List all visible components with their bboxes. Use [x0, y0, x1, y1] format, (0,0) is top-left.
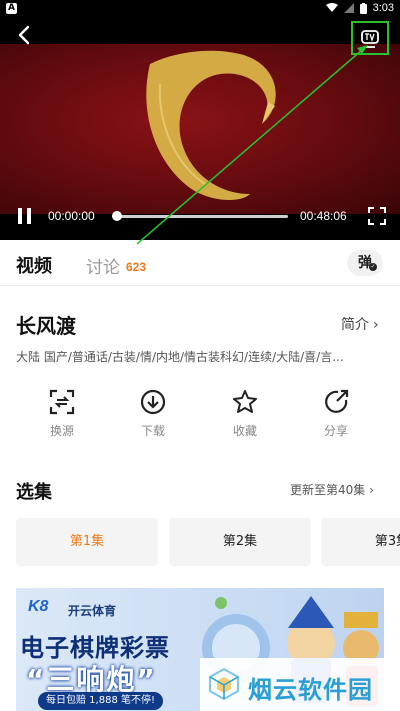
progress-knob[interactable]: [112, 211, 122, 221]
danmu-toggle-button[interactable]: 弹 ✓: [347, 250, 383, 276]
wifi-icon: [325, 3, 338, 12]
favorite-label: 收藏: [232, 424, 257, 438]
show-tags: 大陆 国产/普通话/古装/情/内地/情古装科幻/连续/大陆/喜/言...: [16, 350, 344, 364]
episodes-heading: 选集: [16, 482, 52, 503]
status-bar: A 3:03: [0, 0, 400, 18]
show-title: 长风渡: [16, 314, 76, 338]
watermark-text: 烟云软件园: [248, 676, 373, 704]
signal-icon: [343, 3, 354, 13]
back-icon[interactable]: [14, 24, 36, 46]
switch-source-icon: [49, 389, 75, 415]
status-time: 3:03: [372, 2, 394, 14]
favorite-button[interactable]: 收藏: [215, 388, 275, 439]
episodes-update-label: 更新至第40集: [290, 483, 366, 497]
episode-list: 第1集 第2集 第3集: [16, 518, 400, 566]
battery-icon: [359, 2, 367, 14]
switch-source-label: 换源: [49, 424, 74, 438]
fullscreen-icon[interactable]: [368, 207, 386, 225]
episode-item-1[interactable]: 第1集: [16, 518, 158, 566]
content-tabs: 视频 讨论 623 弹 ✓: [0, 240, 400, 286]
episodes-update-link[interactable]: 更新至第40集 ›: [290, 481, 374, 498]
tab-video[interactable]: 视频: [16, 252, 52, 278]
video-logo-swirl: [146, 50, 276, 200]
video-frame[interactable]: [0, 44, 400, 214]
share-label: 分享: [323, 424, 348, 438]
video-player[interactable]: 00:00:00 00:48:06: [0, 18, 400, 240]
tab-discuss[interactable]: 讨论: [86, 253, 120, 278]
download-label: 下载: [140, 424, 165, 438]
download-icon: [140, 389, 166, 415]
share-button[interactable]: 分享: [306, 388, 366, 439]
ad-logo: K8: [28, 598, 49, 615]
watermark: 烟云软件园: [200, 658, 400, 711]
progress-track[interactable]: [116, 215, 288, 218]
player-controls: 00:00:00 00:48:06: [0, 204, 400, 228]
cast-tv-button[interactable]: [351, 21, 389, 55]
duration: 00:48:06: [300, 209, 347, 223]
watermark-logo-icon: [209, 667, 239, 701]
switch-source-button[interactable]: 换源: [32, 388, 92, 439]
current-time: 00:00:00: [48, 209, 95, 223]
danmu-check-icon: ✓: [369, 263, 377, 271]
app-notification-icon: A: [6, 3, 17, 14]
intro-link[interactable]: 简介 ›: [341, 314, 379, 334]
pause-button[interactable]: [18, 208, 32, 224]
star-icon: [233, 390, 257, 413]
tv-cast-icon: [361, 30, 379, 48]
action-bar: 换源 下载 收藏 分享: [0, 388, 400, 450]
intro-label: 简介: [341, 317, 369, 333]
share-icon: [325, 389, 349, 413]
ad-promo: 每日包赔 1,888 笔不停!: [38, 692, 163, 710]
discuss-count-badge: 623: [126, 260, 147, 274]
chevron-right-icon: ›: [373, 317, 379, 333]
download-button[interactable]: 下载: [123, 388, 183, 439]
ad-brand: 开云体育: [68, 604, 117, 618]
episode-item-2[interactable]: 第2集: [169, 518, 311, 566]
chevron-right-icon: ›: [369, 483, 374, 497]
status-icons: 3:03: [325, 2, 394, 14]
episode-item-3[interactable]: 第3集: [321, 518, 400, 566]
